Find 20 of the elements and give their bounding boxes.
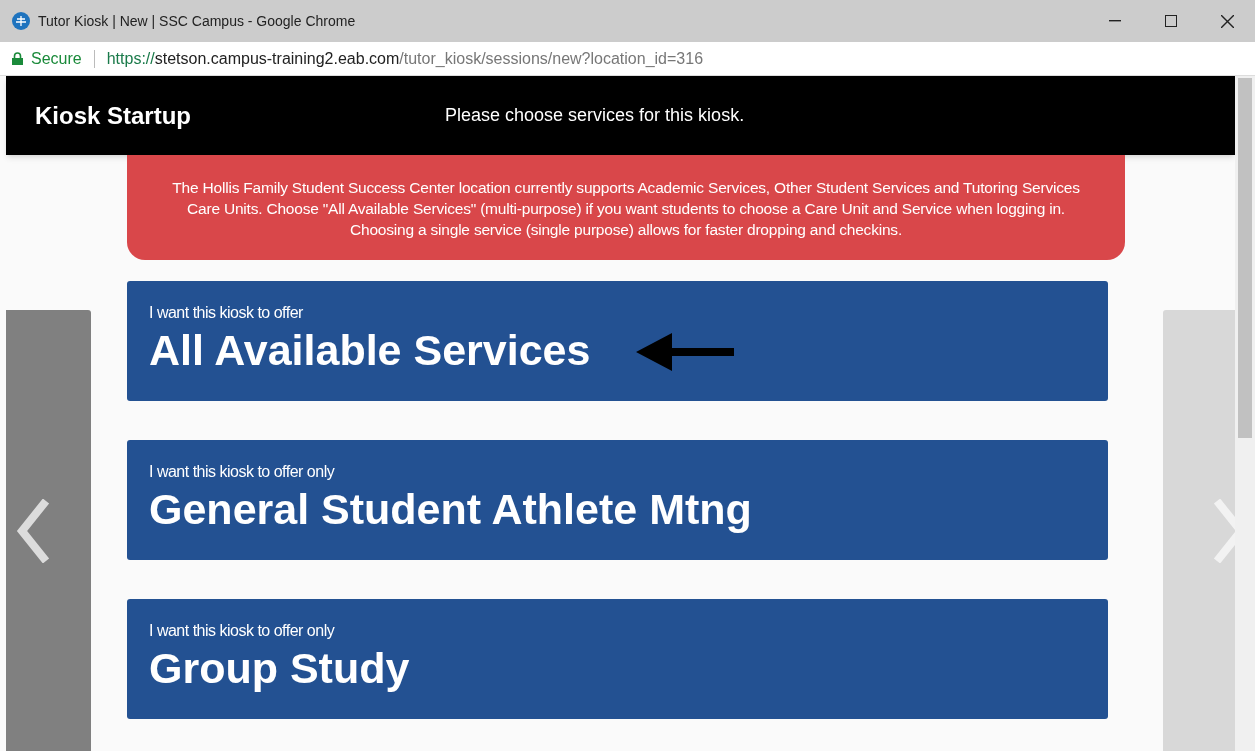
previous-button[interactable] bbox=[6, 310, 91, 751]
service-option-button[interactable]: I want this kiosk to offer All Available Services bbox=[127, 281, 1108, 401]
url-text: https://stetson.campus-training2.eab.com/tutor_kiosk/sessions/new?location_id=316 bbox=[106, 48, 704, 69]
minimize-icon bbox=[1109, 20, 1121, 22]
lock-icon bbox=[12, 52, 23, 65]
notice-banner: The Hollis Family Student Success Center location currently supports Academic Services, Other Student Services and Tutoring Services Care Units. Choose "All Available Services" (multi-purpose) if you want students to choose a Care Unit and Service when logging in. Choosing a single service (single purpose) allows for faster dropping and checkins. bbox=[127, 155, 1125, 260]
service-option-button[interactable]: I want this kiosk to offer only General Student Athlete Mtng bbox=[127, 440, 1108, 560]
security-label: Secure bbox=[31, 48, 82, 69]
arrow-left-icon bbox=[636, 333, 735, 371]
header-title: Kiosk Startup bbox=[35, 100, 193, 131]
chevron-left-icon bbox=[16, 498, 50, 563]
close-icon bbox=[1220, 14, 1234, 28]
maximize-icon bbox=[1165, 15, 1177, 27]
globe-icon bbox=[12, 12, 30, 30]
window-title: Tutor Kiosk | New | SSC Campus - Google Chrome bbox=[38, 11, 356, 31]
next-button[interactable] bbox=[1163, 310, 1235, 751]
chevron-right-icon bbox=[1213, 498, 1235, 563]
scrollbar[interactable] bbox=[1235, 76, 1255, 751]
service-option-button[interactable]: I want this kiosk to offer only Group Study bbox=[127, 599, 1108, 719]
header-subtitle: Please choose services for this kiosk. bbox=[445, 104, 745, 127]
